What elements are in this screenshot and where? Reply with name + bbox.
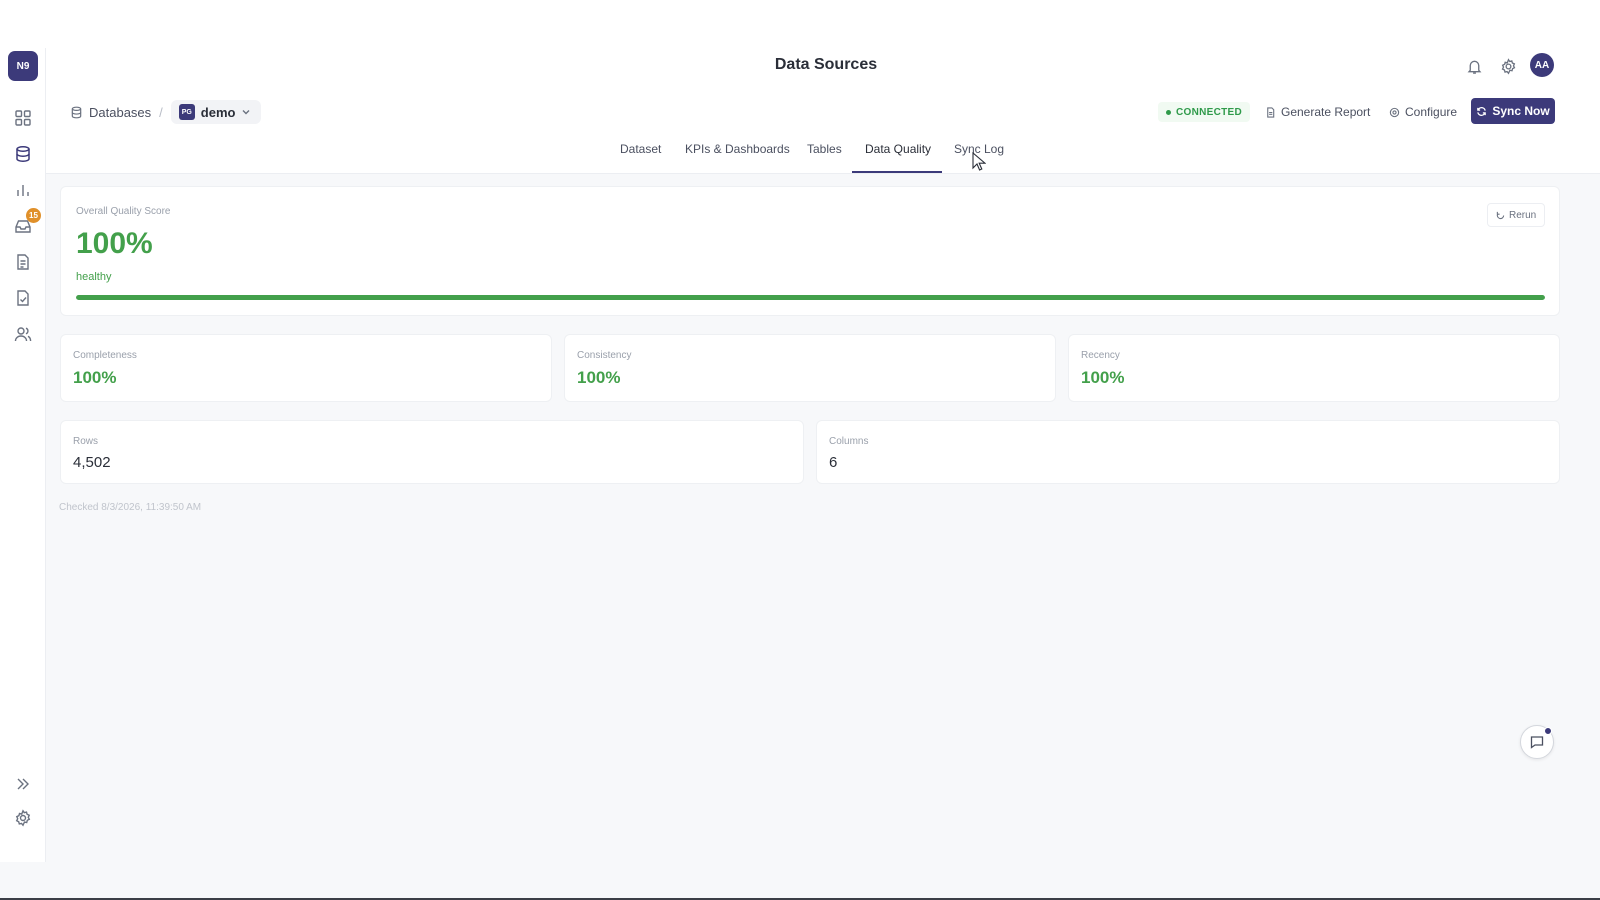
sidebar: N9 15 xyxy=(0,48,46,862)
user-avatar[interactable]: AA xyxy=(1530,53,1554,77)
tab-dataset[interactable]: Dataset xyxy=(620,142,661,168)
rows-label: Rows xyxy=(73,436,99,447)
breadcrumb-databases-label: Databases xyxy=(89,104,152,120)
status-dot-icon xyxy=(1166,109,1171,115)
configure-button[interactable]: Configure xyxy=(1383,100,1463,124)
mouse-cursor-icon xyxy=(972,152,986,171)
bell-icon[interactable] xyxy=(1464,56,1484,76)
recency-value: 100% xyxy=(1081,368,1125,387)
completeness-card: Completeness 100% xyxy=(60,334,552,402)
columns-value: 6 xyxy=(829,454,838,471)
chat-unread-dot xyxy=(1544,727,1552,735)
tab-kpis-dashboards[interactable]: KPIs & Dashboards xyxy=(685,142,790,168)
generate-report-button[interactable]: Generate Report xyxy=(1259,100,1376,124)
overall-quality-label: Overall Quality Score xyxy=(76,206,171,217)
chat-support-button[interactable] xyxy=(1520,725,1554,759)
document-icon[interactable] xyxy=(13,252,33,272)
recency-card: Recency 100% xyxy=(1068,334,1560,402)
consistency-value: 100% xyxy=(577,368,621,387)
tab-bar: Dataset KPIs & Dashboards Tables Data Qu… xyxy=(46,132,1600,174)
datasource-subheader: Databases / PG demo CONNECTED Generate R… xyxy=(46,88,1600,174)
breadcrumb: Databases / PG demo xyxy=(70,100,262,124)
recency-label: Recency xyxy=(1081,350,1120,361)
users-icon[interactable] xyxy=(13,324,33,344)
rerun-label: Rerun xyxy=(1509,209,1537,221)
tab-data-quality[interactable]: Data Quality xyxy=(865,142,931,168)
checklist-document-icon[interactable] xyxy=(13,288,33,308)
database-icon xyxy=(71,106,82,118)
postgres-icon: PG xyxy=(178,104,195,120)
connection-status-label: CONNECTED xyxy=(1176,106,1243,118)
gear-icon[interactable] xyxy=(1498,56,1518,76)
columns-label: Columns xyxy=(829,436,869,447)
last-checked-timestamp: Checked 8/3/2026, 11:39:50 AM xyxy=(59,502,202,513)
page-title: Data Sources xyxy=(774,56,878,73)
notification-count-badge: 15 xyxy=(26,208,41,223)
overall-quality-score: 100% xyxy=(76,227,153,260)
rerun-button[interactable]: Rerun xyxy=(1487,203,1546,227)
completeness-label: Completeness xyxy=(73,350,137,361)
breadcrumb-separator: / xyxy=(159,104,163,120)
chevron-down-icon xyxy=(241,105,251,120)
configure-label: Configure xyxy=(1405,105,1458,119)
connection-status-badge: CONNECTED xyxy=(1158,102,1251,122)
app-logo[interactable]: N9 xyxy=(8,51,38,81)
rows-value: 4,502 xyxy=(73,454,111,471)
completeness-value: 100% xyxy=(73,368,117,387)
rows-card: Rows 4,502 xyxy=(60,420,804,484)
chat-bubble-icon xyxy=(1530,736,1544,749)
database-icon[interactable] xyxy=(13,144,33,164)
database-selector[interactable]: PG demo xyxy=(170,100,262,124)
tab-tables[interactable]: Tables xyxy=(807,142,842,168)
double-chevron-right-icon[interactable] xyxy=(13,774,33,794)
generate-report-label: Generate Report xyxy=(1281,105,1371,119)
app-window: N9 15 Data Sources AA Databases / PG dem… xyxy=(0,48,1600,900)
overall-quality-card: Overall Quality Score 100% healthy Rerun xyxy=(60,186,1560,316)
consistency-label: Consistency xyxy=(577,350,632,361)
breadcrumb-databases-link[interactable]: Databases xyxy=(70,105,151,120)
gear-icon[interactable] xyxy=(13,808,33,828)
quality-progress-fill xyxy=(76,295,1545,300)
sync-icon xyxy=(1477,106,1487,116)
sync-now-label: Sync Now xyxy=(1492,104,1550,118)
dashboard-grid-icon[interactable] xyxy=(13,108,33,128)
report-document-icon xyxy=(1267,106,1275,118)
gear-icon xyxy=(1389,107,1400,117)
top-bar: Data Sources AA xyxy=(46,48,1600,88)
sync-now-button[interactable]: Sync Now xyxy=(1471,98,1555,124)
consistency-card: Consistency 100% xyxy=(564,334,1056,402)
inbox-icon[interactable]: 15 xyxy=(13,208,41,236)
database-name: demo xyxy=(200,104,236,120)
columns-card: Columns 6 xyxy=(816,420,1560,484)
quality-health-status: healthy xyxy=(76,271,112,283)
bar-chart-icon[interactable] xyxy=(13,180,33,200)
refresh-icon xyxy=(1496,211,1505,219)
active-tab-indicator xyxy=(852,171,942,173)
quality-progress-bar xyxy=(76,295,1545,300)
